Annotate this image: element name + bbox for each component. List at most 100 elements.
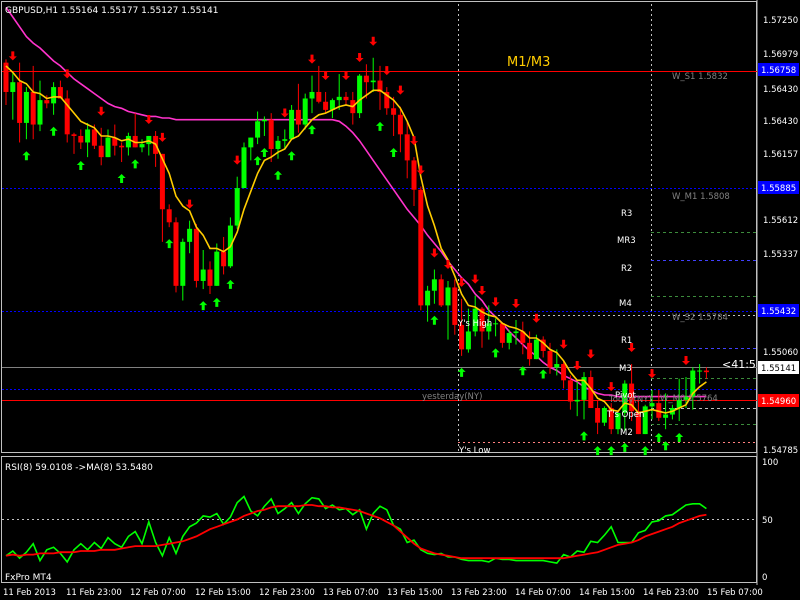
candle-body [125, 135, 131, 148]
level-label-yesterday-high: Y's High [457, 319, 492, 329]
candle-body [323, 101, 329, 110]
candle-body [241, 147, 247, 189]
candle-body [663, 414, 669, 418]
candle-body [547, 350, 553, 368]
candle-body [275, 140, 281, 149]
bar-countdown-label: <41:5 [722, 358, 756, 371]
candle-body [493, 323, 499, 325]
candle-body [316, 91, 322, 102]
candle-body [91, 129, 97, 146]
candle[interactable] [418, 186, 424, 311]
price-tick: 1.55612 [763, 216, 798, 226]
candle-body [282, 139, 288, 141]
price-marker-label: 1.55885 [761, 184, 796, 194]
price-tick: 1.57250 [763, 16, 798, 26]
candle-body [23, 91, 29, 123]
candle-body [499, 323, 505, 343]
candle-body [595, 408, 601, 423]
candle-body [703, 370, 709, 373]
candle-body [404, 134, 410, 161]
candle-body [248, 137, 254, 148]
time-tick: 12 Feb 07:00 [130, 588, 186, 598]
candle[interactable] [302, 93, 308, 130]
overlay-label: M1/M3 [507, 55, 550, 70]
price-marker-label: 1.56758 [761, 66, 796, 76]
time-tick: 15 Feb 07:00 [707, 588, 763, 598]
candle[interactable] [289, 105, 295, 140]
candle[interactable] [357, 74, 363, 119]
level-label-today-ny: Today(NY) [608, 395, 652, 405]
candle-body [214, 251, 220, 286]
level-label-yesterday-low: Y's Low [458, 446, 490, 456]
level-label-todays-open: T's Open [606, 410, 644, 420]
candle-body [506, 333, 512, 343]
candle-body [200, 269, 206, 281]
candle-body [44, 100, 50, 104]
candle-body [37, 100, 43, 125]
candle-body [533, 339, 539, 360]
candle-body [85, 129, 91, 143]
candle-body [370, 80, 376, 83]
level-label-w-s2: W_S2 1.5784 [672, 313, 728, 323]
price-tick: 1.55337 [763, 250, 798, 260]
candle[interactable] [241, 142, 247, 189]
candle-body [363, 75, 369, 83]
candle-body [431, 279, 437, 291]
level-label-m3: M3 [619, 364, 632, 374]
candle-body [187, 228, 193, 242]
candle-body [513, 331, 519, 334]
level-label-yesterday-ny: yesterday(NY) [422, 392, 482, 402]
candle-body [452, 287, 458, 325]
candle-body [221, 251, 227, 267]
candle-body [411, 160, 417, 190]
chart-window[interactable]: GBPUSD,H1 1.55164 1.55177 1.55127 1.5514… [0, 0, 800, 600]
price-tick: 1.56430 [763, 117, 798, 127]
time-tick: 14 Feb 15:00 [579, 588, 635, 598]
indicator-header: RSI(8) 59.0108 ->MA(8) 53.5480 [5, 463, 153, 473]
rsi-tick-50: 50 [762, 516, 773, 526]
candle-body [343, 96, 349, 101]
candle-body [207, 269, 213, 286]
time-tick: 14 Feb 07:00 [515, 588, 571, 598]
candle-body [10, 82, 16, 92]
candle-body [574, 399, 580, 402]
candle-body [561, 364, 567, 381]
time-tick: 13 Feb 07:00 [323, 588, 379, 598]
candle[interactable] [173, 217, 179, 293]
symbol-header: GBPUSD,H1 1.55164 1.55177 1.55127 1.5514… [5, 6, 218, 16]
level-label-m4: M4 [619, 299, 632, 309]
candle-body [588, 377, 594, 409]
price-tick: 1.55060 [763, 348, 798, 358]
level-label-r1: R1 [621, 336, 632, 346]
candle-body [78, 135, 84, 143]
time-tick: 11 Feb 23:00 [66, 588, 122, 598]
level-label-m2: M2 [620, 428, 633, 438]
candle-body [30, 91, 36, 125]
candle-body [336, 96, 342, 101]
time-tick: 12 Feb 15:00 [195, 588, 251, 598]
price-marker-label: 1.54960 [761, 397, 796, 407]
candle-body [180, 241, 186, 286]
candle-body [295, 109, 301, 125]
time-tick: 13 Feb 23:00 [451, 588, 507, 598]
candle[interactable] [193, 223, 199, 288]
candle-body [71, 134, 77, 136]
candle-body [139, 144, 145, 148]
candle-body [445, 287, 451, 306]
level-label-r2: R2 [621, 264, 632, 274]
level-label-w-m0: W_M0 1.5764 [660, 394, 718, 404]
price-tick: 1.56979 [763, 50, 798, 60]
candle-body [465, 331, 471, 350]
candle-body [105, 137, 111, 158]
time-tick: 12 Feb 23:00 [259, 588, 315, 598]
candle-body [397, 114, 403, 135]
candle-body [309, 91, 315, 99]
candle-body [268, 119, 274, 149]
candle-body [289, 109, 295, 140]
time-tick: 13 Feb 15:00 [387, 588, 443, 598]
candle-body [554, 364, 560, 368]
candle-body [697, 370, 703, 372]
time-tick: 14 Feb 23:00 [643, 588, 699, 598]
candle-body [51, 87, 57, 104]
candle-body [438, 279, 444, 306]
